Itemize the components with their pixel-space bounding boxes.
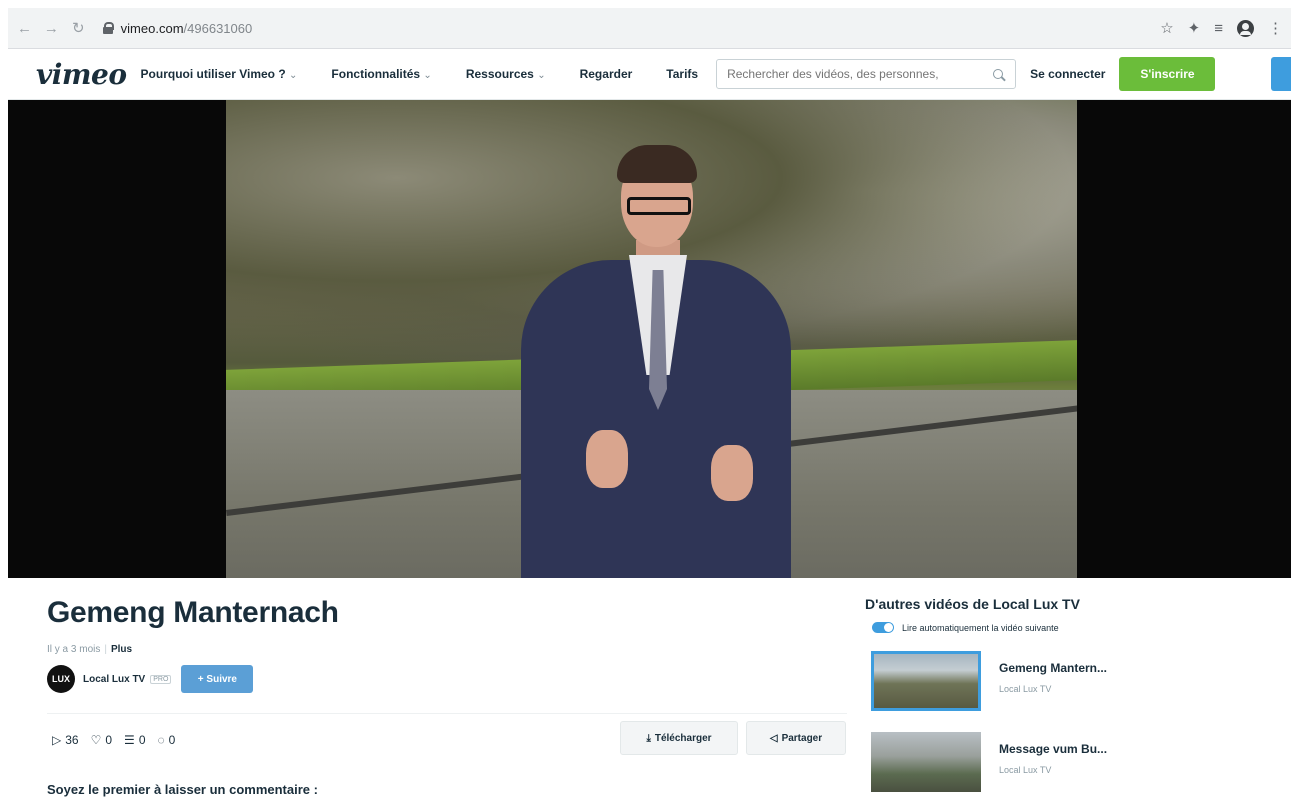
lock-icon — [102, 22, 114, 34]
video-frame[interactable] — [226, 100, 1077, 578]
nav-pricing[interactable]: Tarifs — [666, 67, 698, 81]
share-icon: ◁ — [769, 732, 778, 744]
download-icon: ⤓ — [646, 732, 651, 744]
download-button[interactable]: ⤓ Télécharger — [620, 721, 738, 755]
nav-why-vimeo[interactable]: Pourquoi utiliser Vimeo ? ⌄ — [141, 67, 298, 81]
chevron-down-icon: ⌄ — [423, 70, 432, 81]
video-thumbnail[interactable] — [871, 651, 981, 711]
share-button[interactable]: ◁ Partager — [746, 721, 846, 755]
video-stats: ▷ 36 ♡ 0 ☰ 0 ◌ 0 — [52, 733, 175, 747]
speech-bubble-icon: ◌ — [157, 733, 165, 747]
video-meta: Il y a 3 mois | Plus — [47, 644, 133, 655]
login-link[interactable]: Se connecter — [1030, 67, 1105, 81]
posted-time: Il y a 3 mois — [47, 644, 101, 655]
address-bar[interactable]: vimeo.com/496631060 — [96, 13, 1161, 43]
browser-toolbar: ← → ↻ vimeo.com/496631060 ☆ ✦ ≡ ⋮ — [8, 8, 1291, 49]
play-icon: ▷ — [52, 733, 62, 747]
search-input[interactable] — [725, 66, 994, 82]
nav-resources[interactable]: Ressources ⌄ — [466, 67, 546, 81]
chevron-down-icon: ⌄ — [537, 70, 546, 81]
related-video-item[interactable]: Message vum Bu... Local Lux TV — [871, 732, 1107, 792]
vimeo-logo[interactable]: vimeo — [36, 58, 127, 91]
video-title: Gemeng Manternach — [47, 596, 339, 629]
url-host: vimeo.com — [120, 20, 184, 36]
collections-stat[interactable]: ☰ 0 — [124, 733, 145, 747]
forward-arrow-icon[interactable]: → — [41, 17, 62, 39]
heart-icon: ♡ — [90, 733, 102, 747]
extensions-puzzle-icon[interactable]: ✦ — [1188, 19, 1201, 37]
site-header: vimeo Pourquoi utiliser Vimeo ? ⌄ Foncti… — [8, 49, 1291, 100]
url-path: /496631060 — [183, 20, 253, 36]
more-link[interactable]: Plus — [111, 644, 132, 655]
related-video-title[interactable]: Gemeng Mantern... — [999, 661, 1107, 675]
comment-prompt: Soyez le premier à laisser un commentair… — [47, 782, 318, 797]
nav-features[interactable]: Fonctionnalités ⌄ — [331, 67, 431, 81]
video-thumbnail[interactable] — [871, 732, 981, 792]
plays-stat: ▷ 36 — [52, 733, 79, 747]
pro-badge: PRO — [150, 674, 172, 684]
related-video-owner: Local Lux TV — [999, 765, 1052, 775]
search-box[interactable] — [716, 59, 1017, 89]
search-icon[interactable] — [993, 69, 1004, 79]
nav-watch[interactable]: Regarder — [580, 67, 633, 81]
related-heading: D'autres vidéos de Local Lux TV — [865, 596, 1080, 612]
related-videos: D'autres vidéos de Local Lux TV Lire aut… — [865, 596, 1285, 792]
signup-button[interactable]: S'inscrire — [1119, 57, 1216, 91]
owner-name[interactable]: Local Lux TV — [83, 674, 145, 685]
video-player[interactable] — [8, 100, 1291, 578]
profile-icon[interactable] — [1237, 19, 1254, 37]
back-arrow-icon[interactable]: ← — [14, 17, 35, 39]
follow-button[interactable]: + Suivre — [181, 665, 254, 693]
reading-list-icon[interactable]: ≡ — [1214, 20, 1223, 37]
autoplay-label: Lire automatiquement la vidéo suivante — [902, 622, 1059, 633]
owner-avatar[interactable]: LUX — [47, 665, 75, 693]
comments-stat[interactable]: ◌ 0 — [158, 733, 176, 747]
related-video-owner: Local Lux TV — [999, 684, 1052, 694]
menu-dots-icon[interactable]: ⋮ — [1268, 19, 1283, 37]
layers-icon: ☰ — [124, 733, 135, 747]
divider — [47, 713, 847, 714]
chevron-down-icon: ⌄ — [289, 70, 298, 81]
share-wrapper: ◁ Partager — [746, 721, 846, 755]
star-icon[interactable]: ☆ — [1160, 19, 1173, 37]
upload-button-partial[interactable] — [1271, 57, 1291, 91]
autoplay-toggle[interactable] — [872, 622, 894, 633]
video-info: Gemeng Manternach Il y a 3 mois | Plus LUX… — [47, 596, 847, 693]
autoplay-row[interactable]: Lire automatiquement la vidéo suivante — [872, 622, 1285, 633]
presenter-figure — [511, 145, 791, 578]
related-video-title[interactable]: Message vum Bu... — [999, 742, 1107, 756]
likes-stat[interactable]: ♡ 0 — [91, 733, 112, 747]
download-wrapper: ⤓ Télécharger — [620, 721, 738, 755]
owner-row: LUX Local Lux TV PRO + Suivre — [47, 665, 847, 693]
related-video-item[interactable]: Gemeng Mantern... Local Lux TV — [871, 651, 1107, 711]
reload-icon[interactable]: ↻ — [68, 17, 89, 39]
